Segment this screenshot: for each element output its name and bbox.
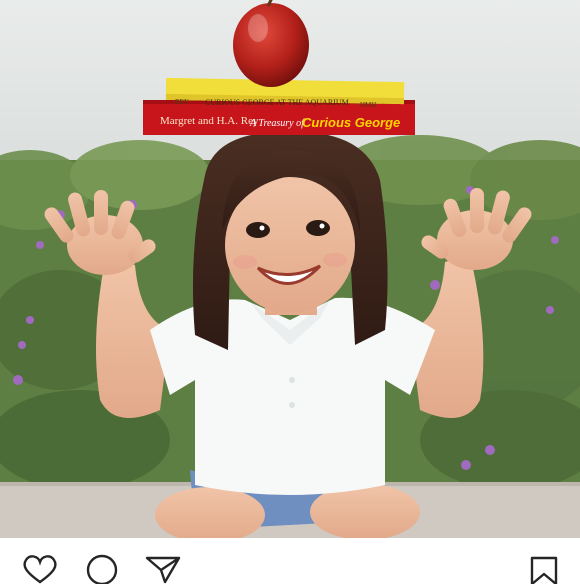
eye-left bbox=[246, 222, 270, 238]
post-photo-illustration: Margret and H.A. Rey A Treasury of Curio… bbox=[0, 0, 580, 538]
svg-text:Margret and H.A. Rey: Margret and H.A. Rey bbox=[160, 115, 259, 127]
eye-right bbox=[306, 220, 330, 236]
post-action-bar bbox=[0, 538, 580, 584]
post-photo[interactable]: Margret and H.A. Rey A Treasury of Curio… bbox=[0, 0, 580, 538]
svg-text:A Treasury of: A Treasury of bbox=[249, 118, 305, 129]
svg-text:HMH: HMH bbox=[360, 101, 376, 109]
svg-text:Curious George: Curious George bbox=[302, 115, 400, 130]
svg-text:CURIOUS GEORGE AT THE AQUARIUM: CURIOUS GEORGE AT THE AQUARIUM bbox=[205, 98, 349, 107]
svg-text:REY: REY bbox=[175, 98, 189, 106]
